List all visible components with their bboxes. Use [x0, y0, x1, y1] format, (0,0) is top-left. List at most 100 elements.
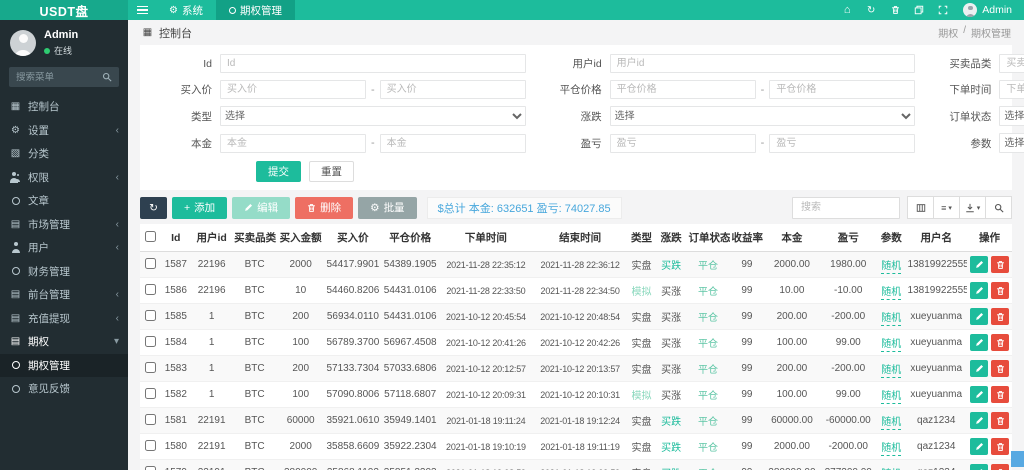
delete-row-button[interactable] — [991, 308, 1010, 325]
delete-row-button[interactable] — [991, 256, 1010, 273]
buy-price-min-input[interactable] — [220, 80, 366, 99]
param-select[interactable]: 选择 — [999, 133, 1024, 153]
sidebar-item-market-manage[interactable]: 市场管理 ‹ — [0, 213, 128, 237]
table-search-button[interactable] — [985, 196, 1012, 219]
edit-row-button[interactable] — [970, 412, 989, 429]
close-price-min-input[interactable] — [609, 80, 756, 99]
row-checkbox[interactable] — [144, 413, 156, 425]
top-tab-options-manage[interactable]: 期权管理 — [215, 0, 295, 20]
sidebar-item-options[interactable]: 期权 ▾ — [0, 330, 128, 354]
row-checkbox[interactable] — [144, 439, 156, 451]
trash-icon[interactable] — [883, 0, 907, 20]
column-header[interactable]: 买入价 — [324, 224, 382, 252]
delete-row-button[interactable] — [991, 438, 1010, 455]
column-header[interactable]: 收益率 — [729, 224, 765, 252]
select-all-checkbox[interactable] — [144, 230, 156, 242]
buy-price-max-input[interactable] — [379, 80, 526, 99]
sidebar-item-permissions[interactable]: 权限 ‹ — [0, 166, 128, 190]
column-header[interactable]: 下单时间 — [438, 224, 533, 252]
toggle-view-button[interactable] — [907, 196, 934, 219]
edit-button[interactable]: 编辑 — [232, 196, 291, 219]
fullscreen-icon[interactable] — [931, 0, 955, 20]
table-search-input[interactable] — [792, 196, 900, 219]
edit-row-button[interactable] — [970, 282, 989, 299]
type-select[interactable]: 选择 — [220, 106, 526, 126]
principal-max-input[interactable] — [379, 133, 526, 153]
column-header[interactable]: 类型 — [627, 224, 656, 252]
sidebar-item-finance-manage[interactable]: 财务管理 — [0, 260, 128, 284]
param-link[interactable]: 随机 — [881, 365, 902, 378]
row-checkbox[interactable] — [144, 387, 156, 399]
order-time-input[interactable] — [999, 80, 1024, 99]
sidebar-item-dashboard[interactable]: 控制台 — [0, 95, 128, 119]
sidebar-item-frontend-manage[interactable]: 前台管理 ‹ — [0, 283, 128, 307]
delete-row-button[interactable] — [991, 464, 1010, 470]
sidebar-toggle-button[interactable] — [128, 0, 156, 20]
user-id-input[interactable] — [609, 54, 916, 73]
order-status-select[interactable]: 选择 — [999, 106, 1024, 126]
export-button[interactable]: ▾ — [959, 196, 986, 219]
breadcrumb-section[interactable]: 期权 — [938, 25, 958, 40]
column-header[interactable]: 参数 — [876, 224, 906, 252]
edit-row-button[interactable] — [970, 256, 989, 273]
row-checkbox[interactable] — [144, 361, 156, 373]
row-checkbox[interactable] — [144, 309, 156, 321]
delete-button[interactable]: 删除 — [295, 196, 354, 219]
home-icon[interactable]: ⌂ — [835, 0, 859, 20]
edit-row-button[interactable] — [970, 308, 989, 325]
sidebar-search-input[interactable] — [16, 71, 102, 83]
principal-min-input[interactable] — [220, 133, 366, 153]
edit-row-button[interactable] — [970, 438, 989, 455]
row-checkbox[interactable] — [144, 257, 156, 269]
param-link[interactable]: 随机 — [881, 339, 902, 352]
column-header[interactable]: Id — [160, 224, 192, 252]
sidebar-item-feedback[interactable]: 意见反馈 — [0, 377, 128, 401]
reset-button[interactable]: 重置 — [309, 161, 354, 182]
columns-button[interactable]: ≡ ▾ — [933, 196, 960, 219]
add-button[interactable]: + 添加 — [172, 196, 228, 219]
edit-row-button[interactable] — [970, 464, 989, 470]
windows-icon[interactable] — [907, 0, 931, 20]
column-header[interactable]: 用户名 — [905, 224, 967, 252]
edit-row-button[interactable] — [970, 386, 989, 403]
refresh-button[interactable]: ↻ — [140, 196, 167, 219]
top-tab-system[interactable]: ⚙ 系统 — [156, 0, 216, 20]
id-input[interactable] — [220, 54, 526, 73]
profit-max-input[interactable] — [769, 133, 916, 153]
batch-button[interactable]: ⚙ 批量 — [358, 196, 417, 219]
edit-row-button[interactable] — [970, 334, 989, 351]
column-header[interactable]: 订单状态 — [686, 224, 730, 252]
user-menu[interactable]: Admin — [955, 3, 1024, 17]
sidebar-item-articles[interactable]: 文章 — [0, 189, 128, 213]
column-header[interactable]: 买入金额 — [277, 224, 325, 252]
param-link[interactable]: 随机 — [881, 391, 902, 404]
float-widget[interactable] — [1011, 451, 1024, 467]
column-header[interactable]: 涨跌 — [655, 224, 687, 252]
delete-row-button[interactable] — [991, 386, 1010, 403]
column-header[interactable]: 结束时间 — [533, 224, 628, 252]
delete-row-button[interactable] — [991, 360, 1010, 377]
refresh-icon[interactable]: ↻ — [859, 0, 883, 20]
delete-row-button[interactable] — [991, 282, 1010, 299]
profit-min-input[interactable] — [609, 133, 756, 153]
edit-row-button[interactable] — [970, 360, 989, 377]
column-header[interactable]: 盈亏 — [819, 224, 877, 252]
sidebar-item-users[interactable]: 用户 ‹ — [0, 236, 128, 260]
column-header[interactable]: 用户id — [191, 224, 233, 252]
row-checkbox[interactable] — [144, 335, 156, 347]
sidebar-item-recharge-withdraw[interactable]: 充值提现 ‹ — [0, 307, 128, 331]
sidebar-item-settings[interactable]: 设置 ‹ — [0, 119, 128, 143]
column-header[interactable]: 本金 — [764, 224, 820, 252]
param-link[interactable]: 随机 — [881, 287, 902, 300]
row-checkbox[interactable] — [144, 465, 156, 470]
column-header[interactable]: 买卖品类 — [232, 224, 278, 252]
param-link[interactable]: 随机 — [881, 443, 902, 456]
param-link[interactable]: 随机 — [881, 417, 902, 430]
delete-row-button[interactable] — [991, 334, 1010, 351]
column-header[interactable]: 平仓价格 — [381, 224, 439, 252]
column-header[interactable]: 操作 — [966, 224, 1012, 252]
sidebar-item-categories[interactable]: 分类 — [0, 142, 128, 166]
param-link[interactable]: 随机 — [881, 261, 902, 274]
direction-select[interactable]: 选择 — [609, 106, 916, 126]
row-checkbox[interactable] — [144, 283, 156, 295]
